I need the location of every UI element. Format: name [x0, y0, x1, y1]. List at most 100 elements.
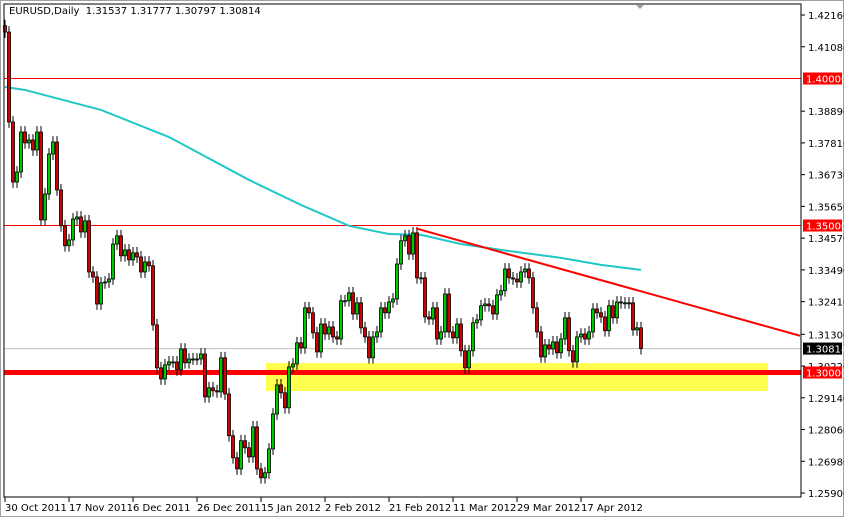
candle-body — [351, 292, 355, 315]
candle-body — [383, 307, 387, 314]
y-tick-label: 1.37810 — [808, 139, 844, 150]
candle-body — [247, 447, 251, 458]
candle-body — [127, 249, 131, 261]
candle-body — [375, 331, 379, 338]
candle-body — [295, 342, 299, 365]
y-tick-label: 1.25900 — [808, 489, 844, 500]
candle-body — [399, 240, 403, 265]
candle-body — [443, 293, 447, 333]
candle-body — [263, 472, 267, 479]
candle-body — [599, 312, 603, 318]
candle-body — [419, 277, 423, 280]
candle-body — [371, 336, 375, 359]
candle-body — [387, 301, 391, 314]
candle-body — [111, 243, 115, 280]
candle-body — [611, 305, 615, 319]
candle-body — [455, 323, 459, 339]
candle-body — [583, 333, 587, 340]
candle-body — [323, 323, 327, 335]
candle-body — [275, 384, 279, 415]
candle-body — [579, 333, 583, 338]
candle-body — [307, 307, 311, 314]
candle-body — [311, 312, 315, 334]
candle-body — [615, 301, 619, 319]
candle-body — [523, 268, 527, 273]
candle-body — [135, 252, 139, 258]
x-tick-label: 30 Oct 2011 — [5, 503, 67, 514]
candle-body — [379, 307, 383, 333]
candle-body — [15, 171, 19, 183]
candle-body — [415, 232, 419, 279]
candle-body — [639, 327, 643, 349]
candle-body — [283, 392, 287, 409]
candle-body — [359, 302, 363, 329]
candle-body — [243, 440, 247, 449]
candle-body — [79, 216, 83, 233]
candle-body — [567, 317, 571, 352]
candle-body — [627, 302, 631, 305]
candle-body — [427, 316, 431, 320]
candle-body — [227, 393, 231, 437]
candle-body — [451, 331, 455, 339]
candle-body — [459, 323, 463, 352]
candle-body — [315, 332, 319, 353]
candle-body — [339, 300, 343, 340]
level-tag-1.40000: 1.40000 — [806, 75, 844, 86]
candle-body — [591, 308, 595, 333]
candle-body — [447, 293, 451, 333]
x-tick-label: 26 Dec 2011 — [197, 503, 261, 514]
candle-body — [343, 300, 347, 303]
candle-body — [479, 305, 483, 321]
candle-body — [23, 131, 27, 144]
candle-body — [619, 301, 623, 304]
x-tick-label: 15 Jan 2012 — [261, 503, 321, 514]
x-tick-label: 6 Dec 2011 — [133, 503, 191, 514]
candle-body — [515, 278, 519, 283]
candle-body — [167, 361, 171, 366]
candle-body — [543, 344, 547, 358]
support-zone — [266, 363, 768, 392]
y-tick-label: 1.28060 — [808, 426, 844, 437]
candle-body — [123, 249, 127, 257]
candle-body — [291, 363, 295, 368]
candle-body — [131, 252, 135, 261]
candle-body — [391, 298, 395, 303]
candle-body — [539, 331, 543, 358]
candle-body — [251, 426, 255, 458]
candle-body — [607, 305, 611, 332]
candle-body — [287, 366, 291, 409]
y-tick-label: 1.33490 — [808, 266, 844, 277]
candle-body — [575, 336, 579, 363]
moving-average-line — [4, 86, 642, 271]
candle-body — [35, 131, 39, 151]
candle-body — [395, 263, 399, 300]
candle-body — [91, 271, 95, 278]
y-tick-label: 1.36730 — [808, 171, 844, 182]
candle-body — [571, 350, 575, 363]
candle-body — [335, 336, 339, 340]
candle-body — [259, 468, 263, 479]
candle-body — [107, 278, 111, 283]
x-tick-label: 21 Feb 2012 — [389, 503, 451, 514]
candle-body — [207, 387, 211, 398]
y-tick-label: 1.34570 — [808, 234, 844, 245]
level-tag-1.30000: 1.30000 — [806, 369, 844, 380]
price-chart[interactable]: 1.42160 1.41080 1.38890 1.37810 1.36730 1.356… — [0, 0, 844, 517]
candle-body — [559, 338, 563, 354]
candle-body — [11, 121, 15, 183]
candle-body — [99, 282, 103, 305]
y-tick-label: 1.38890 — [808, 107, 844, 118]
candle-body — [331, 326, 335, 338]
x-tick-label: 17 Apr 2012 — [581, 503, 643, 514]
x-tick-label: 17 Nov 2011 — [69, 503, 133, 514]
chart-shift-marker-icon — [636, 5, 644, 9]
candle-body — [527, 268, 531, 279]
candle-body — [491, 305, 495, 315]
candle-body — [223, 357, 227, 395]
candle-body — [151, 265, 155, 326]
candle-body — [551, 341, 555, 350]
candle-body — [531, 277, 535, 309]
y-tick-label: 1.26980 — [808, 457, 844, 468]
candle-body — [67, 239, 71, 247]
candle-body — [43, 193, 47, 221]
